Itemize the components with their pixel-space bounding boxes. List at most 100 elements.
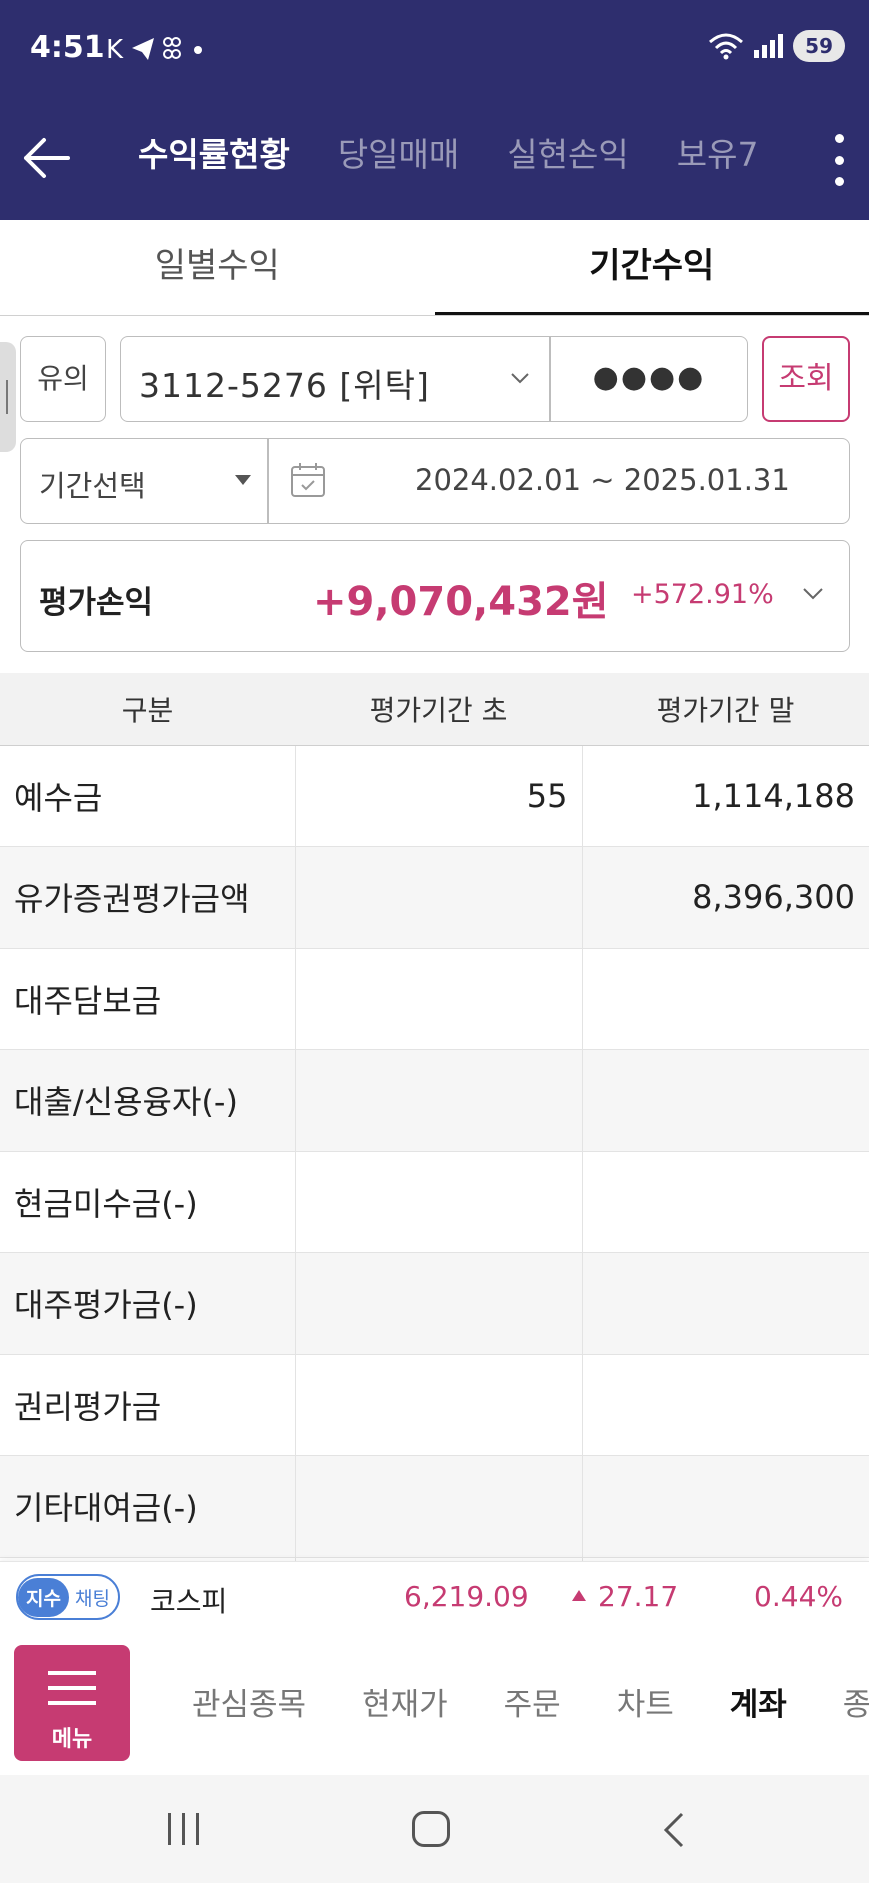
more-options-icon[interactable] (829, 128, 849, 192)
index-change: 27.17 (598, 1580, 679, 1613)
password-field[interactable]: ●●●● (551, 337, 747, 421)
column-header: 평가기간 초 (295, 673, 582, 746)
end-value (581, 1151, 869, 1253)
pnl-table: 구분 평가기간 초 평가기간 말 예수금 55 1,114,188 유가증권평가… (0, 673, 869, 1561)
notification-icons-svg: K (106, 35, 202, 65)
table-row: 예수금 55 1,114,188 (0, 745, 869, 847)
account-number: 3112-5276 [위탁] (139, 366, 430, 405)
chevron-down-icon (511, 373, 529, 384)
toggle-chat[interactable]: 채팅 (69, 1584, 110, 1611)
start-value (294, 1151, 582, 1253)
toggle-index[interactable]: 지수 (18, 1577, 69, 1617)
row-label: 유가증권평가금액 (0, 846, 295, 949)
table-row: 대주평가금(-) (0, 1252, 869, 1355)
dropdown-triangle-icon (235, 475, 251, 485)
end-value (581, 948, 869, 1050)
menu-item-watchlist[interactable]: 관심종목 (192, 1679, 306, 1724)
tab-day-trading[interactable]: 당일매매 (338, 128, 459, 176)
row-label: 대주평가금(-) (0, 1252, 295, 1355)
end-value: 8,396,300 (581, 846, 869, 949)
end-value (581, 1455, 869, 1558)
start-value: 55 (294, 745, 582, 847)
pnl-rate: +572.91% (631, 579, 774, 610)
pnl-label: 평가손익 (39, 585, 154, 621)
chevron-down-icon (803, 588, 823, 600)
query-button[interactable]: 조회 (762, 336, 850, 422)
index-percent: 0.44% (754, 1580, 843, 1613)
battery-indicator: 59 (793, 30, 845, 62)
wifi-icon (709, 33, 744, 60)
notification-icons: K (106, 34, 206, 71)
svg-text:K: K (106, 35, 129, 64)
menu-item-more[interactable]: 종 (843, 1679, 869, 1724)
account-selector[interactable]: 3112-5276 [위탁] ●●●● (120, 336, 748, 422)
status-time: 4:51 (30, 30, 105, 65)
home-icon[interactable] (412, 1811, 450, 1847)
menu-item-order[interactable]: 주문 (504, 1679, 561, 1724)
menu-item-chart[interactable]: 차트 (617, 1679, 674, 1724)
system-back-icon[interactable] (662, 1811, 686, 1849)
menu-button[interactable]: 메뉴 (14, 1645, 130, 1761)
menu-item-current-price[interactable]: 현재가 (362, 1679, 448, 1724)
period-row: 기간선택 2024.02.01 ~ 2025.01.31 (20, 438, 850, 524)
row-label: 현금미수금(-) (0, 1151, 295, 1253)
table-row: 대주담보금 (0, 948, 869, 1050)
end-value (581, 1252, 869, 1355)
divider (267, 439, 269, 523)
pnl-summary[interactable]: 평가손익 +9,070,432원 +572.91% (20, 540, 850, 652)
notice-button[interactable]: 유의 (20, 336, 106, 422)
row-label: 기타대여금(-) (0, 1455, 295, 1558)
index-value: 6,219.09 (404, 1580, 529, 1613)
date-range-field[interactable]: 2024.02.01 ~ 2025.01.31 (415, 463, 790, 497)
menu-label: 메뉴 (51, 1727, 93, 1752)
up-triangle-icon (572, 1590, 586, 1601)
column-header: 구분 (0, 673, 295, 746)
bottom-menu: 메뉴 관심종목 현재가 주문 차트 계좌 종 (0, 1631, 869, 1775)
table-row: 권리평가금 (0, 1354, 869, 1456)
side-drawer-handle[interactable] (0, 342, 16, 452)
row-label: 대출/신용융자(-) (0, 1049, 295, 1152)
table-row: 기타대여금(-) (0, 1455, 869, 1558)
status-right: 59 (708, 30, 845, 62)
start-value (294, 1049, 582, 1152)
row-label: 권리평가금 (0, 1354, 295, 1456)
column-header: 평가기간 말 (582, 673, 869, 746)
app-header: 4:51 K 59 수익률현황 당일매매 실현손익 보유7 (0, 0, 869, 220)
index-chat-toggle[interactable]: 지수 채팅 (16, 1574, 120, 1620)
index-name: 코스피 (150, 1585, 228, 1618)
start-value (294, 948, 582, 1050)
start-value (294, 1354, 582, 1456)
tab-holdings[interactable]: 보유7 (677, 128, 759, 176)
tab-realized-pnl[interactable]: 실현손익 (507, 128, 628, 176)
status-bar: 4:51 K 59 (0, 0, 869, 100)
table-row: 현금미수금(-) (0, 1151, 869, 1253)
end-value (581, 1354, 869, 1456)
index-ticker[interactable]: 지수 채팅 코스피 6,219.09 27.17 0.44% (0, 1561, 869, 1631)
system-nav-bar (0, 1775, 869, 1883)
hamburger-icon (48, 1671, 96, 1705)
menu-item-account[interactable]: 계좌 (730, 1679, 787, 1724)
period-select[interactable]: 기간선택 (39, 463, 146, 505)
nav-tabs: 수익률현황 당일매매 실현손익 보유7 (138, 128, 758, 176)
recent-apps-icon[interactable] (168, 1813, 199, 1845)
table-header-row: 구분 평가기간 초 평가기간 말 (0, 673, 869, 746)
sub-tabs: 일별수익 기간수익 (0, 220, 869, 316)
back-arrow-icon[interactable] (18, 128, 78, 188)
start-value (294, 1455, 582, 1558)
start-value (294, 846, 582, 949)
row-label: 예수금 (0, 745, 295, 847)
tab-return-status[interactable]: 수익률현황 (138, 128, 290, 176)
top-nav: 수익률현황 당일매매 실현손익 보유7 (0, 100, 869, 220)
end-value: 1,114,188 (581, 745, 869, 847)
bottom-menu-items: 관심종목 현재가 주문 차트 계좌 종 (192, 1679, 869, 1724)
table-row: 유가증권평가금액 8,396,300 (0, 846, 869, 949)
tab-daily-return[interactable]: 일별수익 (0, 220, 435, 315)
table-row: 대출/신용융자(-) (0, 1049, 869, 1152)
row-label: 대주담보금 (0, 948, 295, 1050)
signal-icon (754, 34, 784, 58)
calendar-icon[interactable] (289, 461, 327, 499)
start-value (294, 1252, 582, 1355)
pnl-value: +9,070,432원 (313, 579, 609, 625)
tab-period-return[interactable]: 기간수익 (434, 220, 869, 315)
end-value (581, 1049, 869, 1152)
